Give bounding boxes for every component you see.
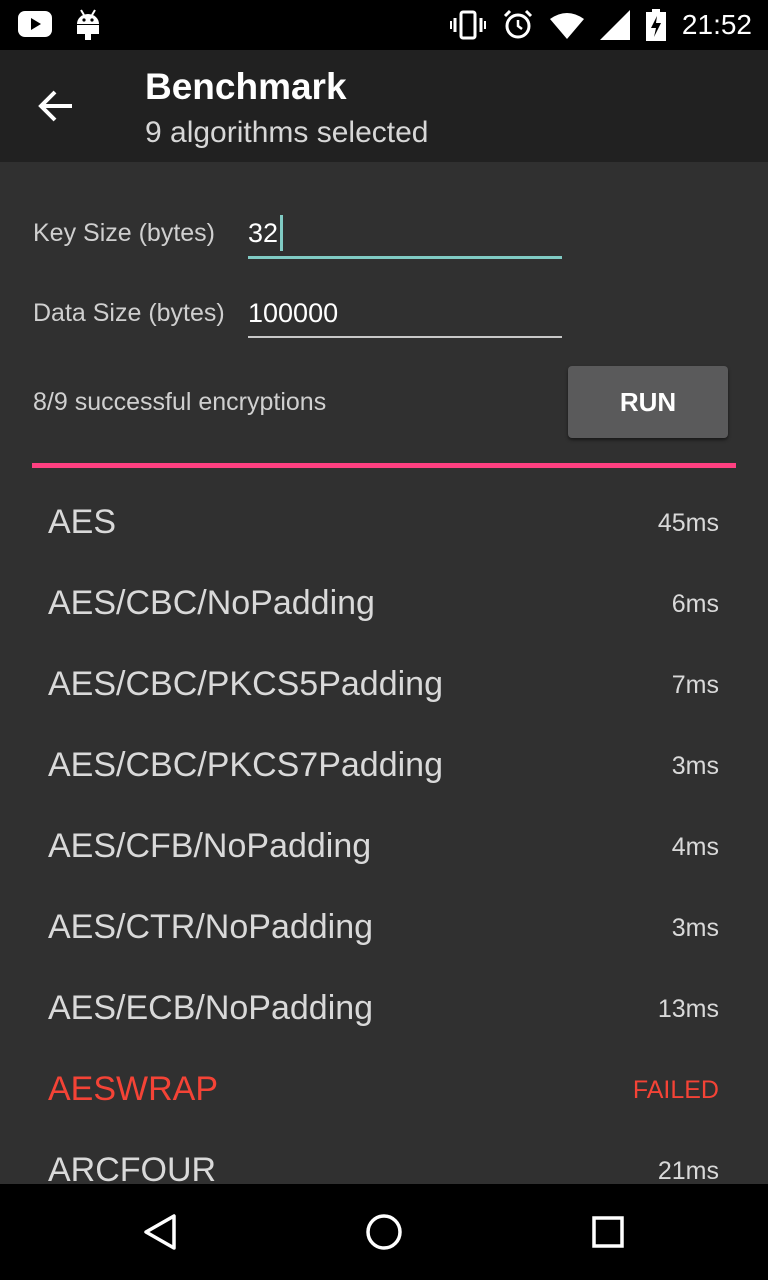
list-item[interactable]: AES/CTR/NoPadding 3ms — [0, 888, 768, 969]
run-button[interactable]: RUN — [568, 366, 728, 438]
back-button[interactable] — [28, 78, 84, 134]
elapsed-time: 7ms — [671, 671, 719, 699]
elapsed-time: 3ms — [671, 752, 719, 780]
alarm-icon — [503, 9, 532, 39]
elapsed-time: 6ms — [671, 590, 719, 618]
list-item[interactable]: AES/CFB/NoPadding 4ms — [0, 807, 768, 888]
signal-icon — [599, 10, 630, 40]
algorithm-name: AES/CBC/PKCS7Padding — [48, 746, 443, 784]
triangle-back-icon — [144, 1214, 176, 1250]
page-title: Benchmark — [145, 66, 347, 107]
failed-status: FAILED — [632, 1076, 719, 1104]
android-icon — [77, 9, 99, 40]
wifi-icon — [549, 13, 584, 39]
list-item[interactable]: AES/ECB/NoPadding 13ms — [0, 969, 768, 1050]
elapsed-time: 3ms — [671, 914, 719, 942]
text-cursor — [280, 215, 283, 251]
algorithm-name: AES/ECB/NoPadding — [48, 989, 374, 1027]
battery-charging-icon — [645, 9, 666, 41]
elapsed-time: 13ms — [657, 995, 719, 1023]
algorithm-name: AES — [48, 503, 117, 541]
list-item[interactable]: AES/CBC/NoPadding 6ms — [0, 564, 768, 645]
data-size-label: Data Size (bytes) — [33, 299, 225, 327]
algorithm-name: AESWRAP — [48, 1070, 219, 1108]
list-item[interactable]: AES/CBC/PKCS7Padding 3ms — [0, 726, 768, 807]
algorithm-name: ARCFOUR — [48, 1151, 217, 1184]
circle-home-icon — [366, 1214, 402, 1250]
key-size-label: Key Size (bytes) — [33, 219, 216, 247]
algorithm-name: AES/CTR/NoPadding — [48, 908, 374, 946]
elapsed-time: 4ms — [671, 833, 719, 861]
arrow-back-icon — [38, 90, 72, 122]
data-size-input[interactable] — [248, 288, 562, 338]
elapsed-time: 45ms — [657, 509, 719, 537]
list-item[interactable]: AES 45ms — [0, 483, 768, 564]
key-size-underline — [248, 256, 562, 259]
algorithm-name: AES/CFB/NoPadding — [48, 827, 372, 865]
key-size-input[interactable] — [248, 208, 562, 258]
list-item[interactable]: ARCFOUR 21ms — [0, 1131, 768, 1184]
page-subtitle: 9 algorithms selected — [145, 116, 429, 149]
summary-text: 8/9 successful encryptions — [33, 388, 327, 416]
app-bar: Benchmark 9 algorithms selected — [0, 50, 768, 162]
list-item[interactable]: AES/CBC/PKCS5Padding 7ms — [0, 645, 768, 726]
navigation-bar — [0, 1184, 768, 1280]
nav-back-button[interactable] — [130, 1204, 190, 1260]
vibrate-icon — [449, 10, 486, 40]
list-item[interactable]: AESWRAP FAILED — [0, 1050, 768, 1131]
results-list[interactable]: AES 45ms AES/CBC/NoPadding 6ms AES/CBC/PKCS5… — [0, 483, 768, 1184]
progress-bar — [32, 463, 736, 468]
data-size-underline — [248, 336, 562, 338]
elapsed-time: 21ms — [657, 1157, 719, 1184]
nav-recents-button[interactable] — [578, 1204, 638, 1260]
status-time: 21:52 — [681, 9, 752, 40]
algorithm-name: AES/CBC/PKCS5Padding — [48, 665, 443, 703]
algorithm-name: AES/CBC/NoPadding — [48, 584, 375, 622]
youtube-icon — [18, 11, 52, 37]
square-recents-icon — [592, 1216, 624, 1248]
nav-home-button[interactable] — [354, 1204, 414, 1260]
status-bar: 21:52 — [0, 0, 768, 50]
